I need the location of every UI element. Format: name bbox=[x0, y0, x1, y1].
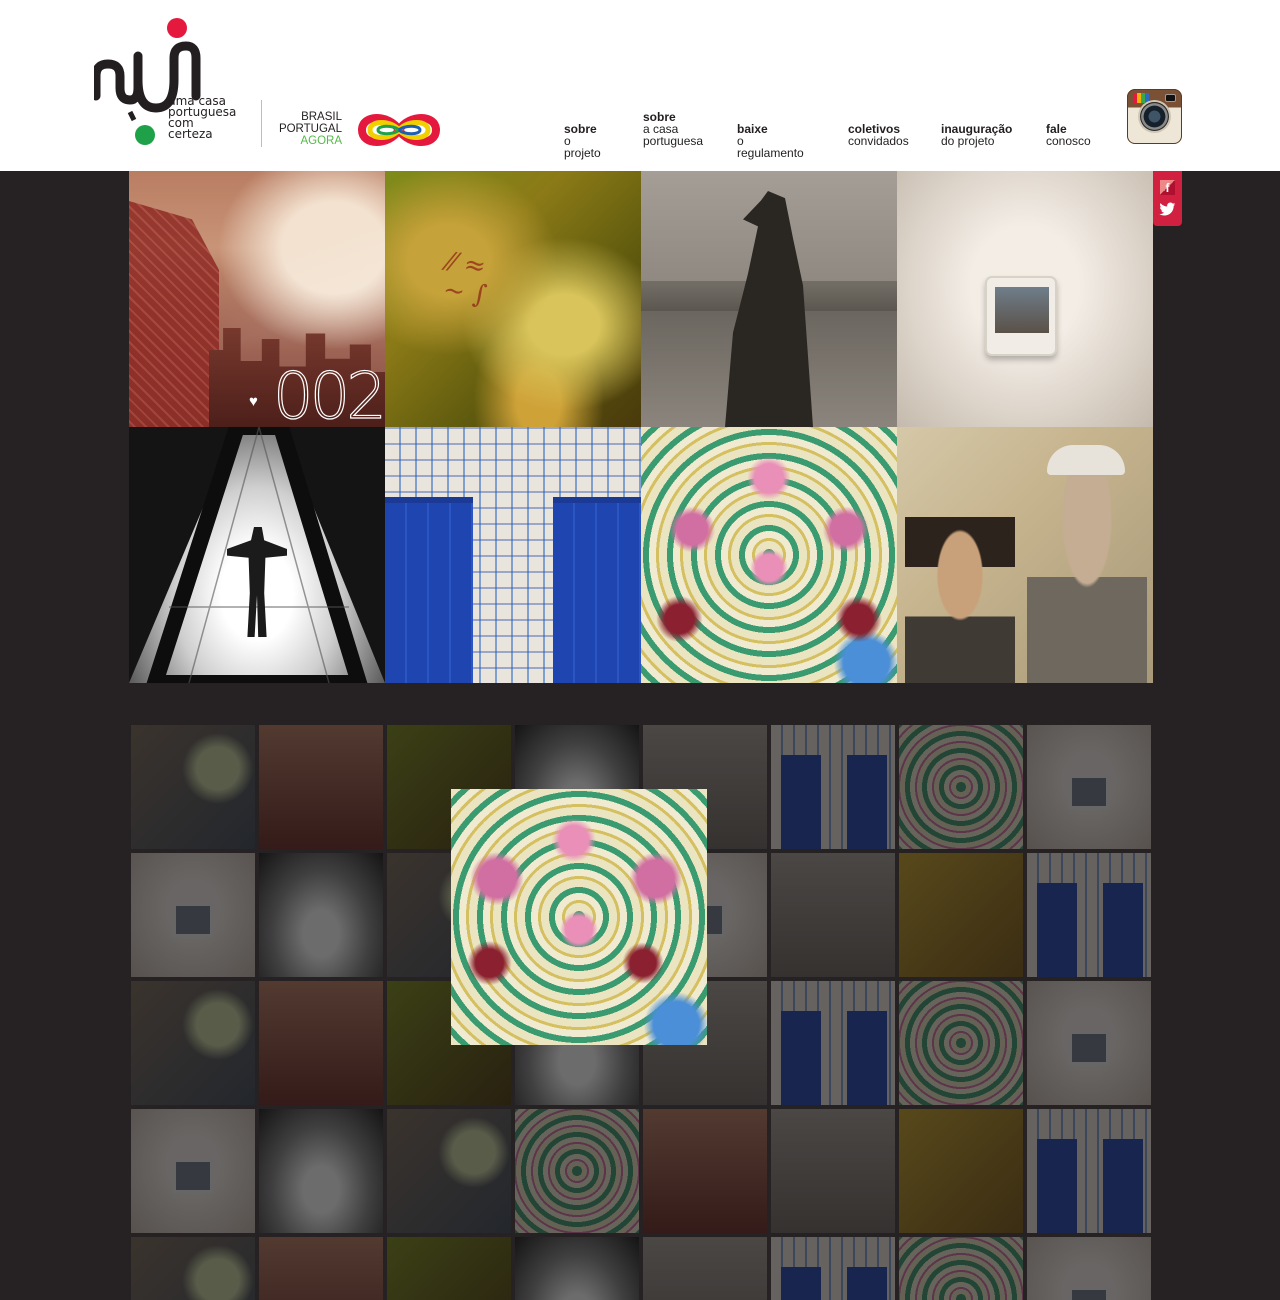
instagram-icon[interactable] bbox=[1127, 89, 1182, 144]
mosaic-thumb[interactable] bbox=[899, 725, 1023, 849]
mosaic-thumb[interactable] bbox=[643, 1109, 767, 1233]
gallery-tile-city[interactable]: ♥ 002 bbox=[129, 171, 385, 427]
mosaic-thumb[interactable] bbox=[771, 1109, 895, 1233]
tile-art bbox=[173, 903, 213, 937]
mosaic-thumb[interactable] bbox=[259, 981, 383, 1105]
tile-art bbox=[1103, 883, 1143, 977]
tile-art: ⁄⁄ ≈ ~ ∫ bbox=[441, 247, 489, 311]
tile-art bbox=[985, 276, 1057, 356]
nav-label-bold: baixe bbox=[737, 122, 768, 136]
tile-art bbox=[1027, 447, 1147, 683]
mosaic-thumb[interactable] bbox=[1027, 1109, 1151, 1233]
mosaic-thumb[interactable] bbox=[387, 1109, 511, 1233]
tile-art bbox=[781, 1267, 821, 1300]
nav-label: convidados bbox=[848, 134, 909, 148]
tile-art bbox=[905, 517, 1015, 683]
mosaic-thumb[interactable] bbox=[259, 725, 383, 849]
mosaic-thumb[interactable] bbox=[899, 981, 1023, 1105]
tile-art bbox=[847, 755, 887, 849]
twitter-icon[interactable] bbox=[1159, 202, 1176, 217]
mosaic-thumb[interactable] bbox=[771, 853, 895, 977]
mosaic-thumb[interactable] bbox=[131, 725, 255, 849]
gallery-tile-triangle-silhouette[interactable] bbox=[129, 427, 385, 683]
mosaic-thumb[interactable] bbox=[131, 1109, 255, 1233]
tile-art bbox=[1069, 1287, 1109, 1300]
nav-label: o projeto bbox=[564, 134, 601, 160]
nav-label: conosco bbox=[1046, 134, 1091, 148]
partner-logo-text: BRASIL PORTUGAL AGORA bbox=[268, 111, 342, 147]
tile-art bbox=[1069, 1031, 1109, 1065]
logo-divider bbox=[261, 100, 262, 147]
mosaic-thumb[interactable] bbox=[771, 981, 895, 1105]
gallery-tile-woman-beach[interactable] bbox=[641, 171, 897, 427]
stripe bbox=[1145, 93, 1149, 103]
mosaic-thumb[interactable] bbox=[899, 853, 1023, 977]
mosaic-thumb[interactable] bbox=[1027, 725, 1151, 849]
tile-art bbox=[995, 287, 1049, 333]
viewfinder bbox=[1165, 94, 1176, 102]
mosaic-thumb[interactable] bbox=[259, 1109, 383, 1233]
gallery-tile-floral-fabric[interactable] bbox=[641, 427, 897, 683]
partner-line-brasil: BRASIL bbox=[301, 111, 342, 123]
mosaic-thumb[interactable] bbox=[387, 1237, 511, 1300]
tile-art bbox=[553, 497, 641, 683]
gallery-tile-wall-graffiti[interactable]: ⁄⁄ ≈ ~ ∫ bbox=[385, 171, 641, 427]
nav-label: o regulamento bbox=[737, 134, 804, 160]
social-tab: f bbox=[1153, 171, 1182, 226]
mosaic-thumb[interactable] bbox=[131, 1237, 255, 1300]
site-header: uma casa portuguesa com certeza BRASIL P… bbox=[0, 0, 1280, 171]
partner-line-portugal: PORTUGAL bbox=[278, 123, 342, 135]
nav-label: a casa portuguesa bbox=[643, 122, 704, 148]
nav-fale-conosco[interactable]: fale conosco bbox=[1046, 123, 1091, 147]
logo-line: certeza bbox=[168, 127, 213, 141]
nav-sobre-projeto[interactable]: sobre o projeto bbox=[564, 123, 601, 159]
mosaic-thumb[interactable] bbox=[1027, 981, 1151, 1105]
nav-coletivos[interactable]: coletivos convidados bbox=[848, 123, 909, 147]
gallery-counter: 002 bbox=[272, 360, 385, 427]
nav-inauguracao[interactable]: inauguração do projeto bbox=[941, 123, 1012, 147]
mosaic-thumb[interactable] bbox=[771, 725, 895, 849]
mosaic-thumb[interactable] bbox=[1027, 853, 1151, 977]
tile-art bbox=[129, 201, 219, 427]
mosaic-thumb[interactable] bbox=[259, 1237, 383, 1300]
tile-art bbox=[781, 1011, 821, 1105]
partner-line-agora: AGORA bbox=[300, 135, 342, 147]
featured-mosaic-image[interactable] bbox=[451, 789, 707, 1045]
gallery-tile-old-portrait[interactable] bbox=[897, 427, 1153, 683]
heart-icon: ♥ bbox=[249, 393, 258, 410]
mosaic-thumb[interactable] bbox=[259, 853, 383, 977]
tile-art bbox=[847, 1011, 887, 1105]
nav-sobre-casa[interactable]: sobre a casa portuguesa bbox=[643, 111, 713, 147]
tile-art bbox=[1069, 775, 1109, 809]
tile-art bbox=[1037, 883, 1077, 977]
mosaic-thumb[interactable] bbox=[131, 853, 255, 977]
mosaic-thumb[interactable] bbox=[131, 981, 255, 1105]
gallery-tile-photo-frame[interactable] bbox=[897, 171, 1153, 427]
mosaic-thumb[interactable] bbox=[515, 1237, 639, 1300]
tile-art bbox=[847, 1267, 887, 1300]
logo-text: uma casa portuguesa com certeza bbox=[168, 95, 236, 141]
tile-art bbox=[173, 1159, 213, 1193]
gallery-tile-blue-doors[interactable] bbox=[385, 427, 641, 683]
tile-art bbox=[1103, 1139, 1143, 1233]
nav-label: do projeto bbox=[941, 134, 995, 148]
camera-lens bbox=[1140, 102, 1169, 131]
nav-baixe-regulamento[interactable]: baixe o regulamento bbox=[737, 123, 804, 159]
tile-art bbox=[385, 497, 473, 683]
mosaic-thumb[interactable] bbox=[1027, 1237, 1151, 1300]
tile-art bbox=[1047, 445, 1125, 475]
tile-art bbox=[781, 755, 821, 849]
mosaic-thumb[interactable] bbox=[899, 1237, 1023, 1300]
mosaic-thumb[interactable] bbox=[899, 1109, 1023, 1233]
mosaic-thumb[interactable] bbox=[771, 1237, 895, 1300]
mosaic-thumb[interactable] bbox=[643, 1237, 767, 1300]
infinity-logo-icon[interactable] bbox=[356, 108, 442, 152]
tile-art bbox=[1037, 1139, 1077, 1233]
mosaic-thumb[interactable] bbox=[515, 1109, 639, 1233]
facebook-icon[interactable]: f bbox=[1160, 180, 1175, 195]
